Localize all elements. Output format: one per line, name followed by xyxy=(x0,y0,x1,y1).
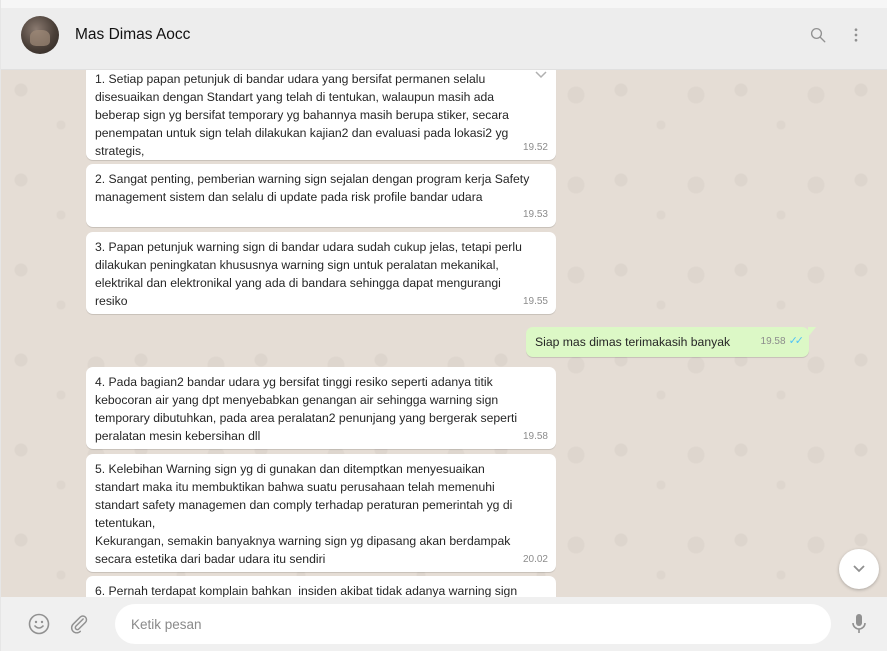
attach-button[interactable] xyxy=(65,610,93,638)
message-time: 19.55 xyxy=(522,296,548,307)
menu-dots-icon xyxy=(854,27,858,42)
message-time: 20.02 xyxy=(522,554,548,565)
message-bubble[interactable]: 3. Papan petunjuk warning sign di bandar… xyxy=(86,232,556,314)
message-text: 1. Setiap papan petunjuk di bandar udara… xyxy=(95,72,509,158)
composer xyxy=(1,597,887,651)
message-text: 4. Pada bagian2 bandar udara yg bersifat… xyxy=(95,375,518,443)
read-ticks-icon: ✓✓ xyxy=(788,335,805,347)
message-bubble[interactable]: 1. Setiap papan petunjuk di bandar udara… xyxy=(86,70,556,160)
contact-name[interactable]: Mas Dimas Aocc xyxy=(75,26,795,44)
avatar[interactable] xyxy=(21,15,59,54)
message-bubble[interactable]: 6. Pernah terdapat komplain bahkan insid… xyxy=(86,576,556,597)
chat-header: Mas Dimas Aocc xyxy=(1,0,887,70)
message-list[interactable]: 1. Setiap papan petunjuk di bandar udara… xyxy=(1,70,887,597)
message-text: 3. Papan petunjuk warning sign di bandar… xyxy=(95,240,522,308)
message-time: 19.52 xyxy=(522,142,548,153)
search-icon xyxy=(810,27,826,42)
message-bubble[interactable]: 4. Pada bagian2 bandar udara yg bersifat… xyxy=(86,367,556,449)
message-time: 19.58 xyxy=(522,431,548,442)
top-strip xyxy=(1,0,887,8)
search-button[interactable] xyxy=(803,20,833,50)
chevron-down-icon[interactable] xyxy=(534,70,548,80)
menu-button[interactable] xyxy=(841,20,871,50)
message-text: 5. Kelebihan Warning sign yg di gunakan … xyxy=(95,462,513,566)
chevron-down-icon xyxy=(853,565,865,573)
attach-icon xyxy=(70,615,88,634)
message-bubble[interactable]: 2. Sangat penting, pemberian warning sig… xyxy=(86,164,556,227)
message-text: 2. Sangat penting, pemberian warning sig… xyxy=(95,172,530,204)
chat-window: Mas Dimas Aocc 1. Setiap papan petunjuk … xyxy=(0,0,887,651)
message-time: 19.58 ✓✓ xyxy=(760,335,805,347)
microphone-icon xyxy=(852,614,866,633)
message-input[interactable] xyxy=(131,616,815,632)
emoji-button[interactable] xyxy=(25,610,53,638)
message-bubble[interactable]: 5. Kelebihan Warning sign yg di gunakan … xyxy=(86,454,556,572)
scroll-down-button[interactable] xyxy=(839,549,879,589)
message-time: 19.53 xyxy=(522,209,548,220)
message-bubble-outgoing[interactable]: Siap mas dimas terimakasih banyak 19.58 ✓… xyxy=(526,327,816,357)
voice-button[interactable] xyxy=(845,610,873,638)
emoji-icon xyxy=(28,613,50,635)
message-text: 6. Pernah terdapat komplain bahkan insid… xyxy=(95,584,518,597)
message-input-wrapper[interactable] xyxy=(115,604,831,644)
